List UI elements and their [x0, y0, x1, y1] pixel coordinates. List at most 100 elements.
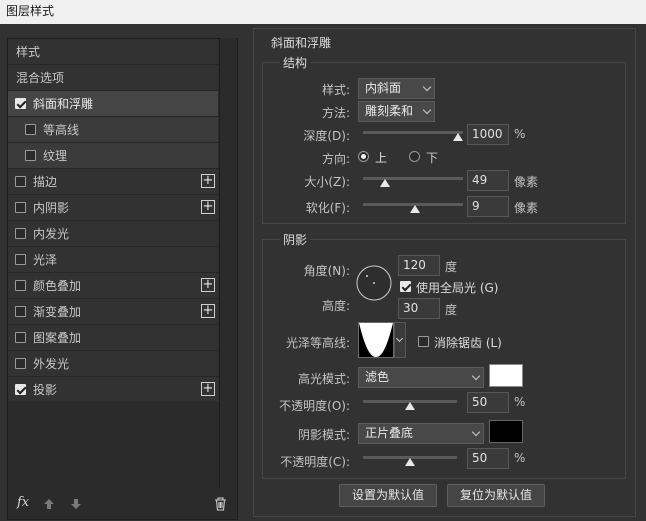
direction-up-label: 上: [375, 151, 388, 165]
window-title: 图层样式: [0, 0, 646, 24]
add-color-overlay-icon[interactable]: +: [201, 278, 215, 292]
pattern-overlay-checkbox[interactable]: [15, 332, 26, 343]
sidebar-item-color-overlay[interactable]: 颜色叠加 +: [8, 273, 218, 299]
depth-input[interactable]: 1000: [467, 124, 509, 145]
sidebar-item-outer-glow[interactable]: 外发光: [8, 351, 218, 377]
depth-label: 深度(D):: [303, 129, 350, 143]
sidebar-item-label: 光泽: [33, 253, 58, 267]
highlight-opacity-input[interactable]: 50: [467, 392, 509, 413]
add-stroke-icon[interactable]: +: [201, 174, 215, 188]
contour-checkbox[interactable]: [25, 124, 36, 135]
shadow-mode-select[interactable]: 正片叠底: [358, 423, 484, 444]
style-label: 样式:: [321, 83, 350, 97]
texture-checkbox[interactable]: [25, 150, 36, 161]
depth-slider-handle[interactable]: [453, 133, 463, 141]
sidebar-item-label: 渐变叠加: [33, 305, 82, 319]
styles-list-scrollbar[interactable]: [219, 38, 236, 488]
outer-glow-checkbox[interactable]: [15, 358, 26, 369]
global-light-label: 使用全局光 (G): [416, 281, 499, 295]
sidebar-item-label: 外发光: [33, 357, 70, 371]
sidebar-item-label: 纹理: [43, 149, 68, 163]
gradient-overlay-checkbox[interactable]: [15, 306, 26, 317]
add-gradient-overlay-icon[interactable]: +: [201, 304, 215, 318]
inner-shadow-checkbox[interactable]: [15, 202, 26, 213]
fx-icon[interactable]: fx: [17, 495, 29, 510]
trash-icon[interactable]: [214, 497, 227, 511]
stroke-checkbox[interactable]: [15, 176, 26, 187]
sidebar-item-label: 内阴影: [33, 201, 70, 215]
size-unit: 像素: [514, 175, 539, 189]
add-inner-shadow-icon[interactable]: +: [201, 200, 215, 214]
sidebar-item-inner-shadow[interactable]: 内阴影 +: [8, 195, 218, 221]
gloss-contour-dropdown[interactable]: [394, 322, 406, 358]
shadow-opacity-handle[interactable]: [405, 458, 415, 466]
drop-shadow-checkbox[interactable]: [15, 384, 26, 395]
shading-legend: 阴影: [280, 231, 311, 248]
sidebar-item-contour[interactable]: 等高线: [8, 117, 218, 143]
size-input[interactable]: 49: [467, 170, 509, 191]
sidebar-item-pattern-overlay[interactable]: 图案叠加: [8, 325, 218, 351]
direction-up-radio[interactable]: [358, 151, 369, 162]
size-slider-handle[interactable]: [380, 179, 390, 187]
sidebar-item-drop-shadow[interactable]: 投影 +: [8, 377, 218, 403]
sidebar-item-satin[interactable]: 光泽: [8, 247, 218, 273]
soften-unit: 像素: [514, 201, 539, 215]
move-up-icon[interactable]: [43, 498, 55, 510]
highlight-color-swatch[interactable]: [489, 364, 523, 387]
shadow-mode-label: 阴影模式:: [297, 428, 350, 442]
direction-down-radio[interactable]: [409, 151, 420, 162]
sidebar-item-label: 颜色叠加: [33, 279, 82, 293]
chevron-down-icon: [422, 105, 432, 115]
sidebar-item-label: 图案叠加: [33, 331, 82, 345]
depth-slider-track[interactable]: [363, 131, 463, 134]
add-drop-shadow-icon[interactable]: +: [201, 382, 215, 396]
sidebar-item-gradient-overlay[interactable]: 渐变叠加 +: [8, 299, 218, 325]
sidebar-item-blending-options[interactable]: 混合选项: [8, 65, 218, 91]
method-select[interactable]: 雕刻柔和: [358, 101, 435, 122]
size-label: 大小(Z):: [304, 175, 350, 189]
reset-to-default-button[interactable]: 复位为默认值: [447, 484, 545, 507]
satin-checkbox[interactable]: [15, 254, 26, 265]
size-slider-track[interactable]: [363, 177, 463, 180]
soften-slider-handle[interactable]: [410, 205, 420, 213]
chevron-down-icon: [422, 82, 432, 92]
sidebar-item-label: 样式: [16, 45, 41, 59]
move-down-icon[interactable]: [70, 498, 82, 510]
sidebar-item-label: 描边: [33, 175, 58, 189]
style-select[interactable]: 内斜面: [358, 78, 435, 99]
sidebar-item-styles[interactable]: 样式: [8, 39, 218, 65]
sidebar-item-inner-glow[interactable]: 内发光: [8, 221, 218, 247]
gloss-contour-label: 光泽等高线:: [285, 336, 350, 350]
global-light-checkbox[interactable]: [400, 281, 411, 292]
angle-dial-icon[interactable]: [355, 264, 393, 302]
panel-title: 斜面和浮雕: [268, 34, 335, 51]
highlight-mode-label: 高光模式:: [297, 372, 350, 386]
make-default-button[interactable]: 设置为默认值: [339, 484, 437, 507]
anti-aliased-checkbox[interactable]: [418, 336, 429, 347]
highlight-opacity-handle[interactable]: [405, 402, 415, 410]
chevron-down-icon: [471, 371, 481, 381]
altitude-input[interactable]: 30: [398, 298, 440, 319]
shadow-opacity-input[interactable]: 50: [467, 448, 509, 469]
soften-input[interactable]: 9: [467, 196, 509, 217]
bevel-emboss-checkbox[interactable]: [15, 98, 26, 109]
altitude-label: 高度:: [321, 299, 350, 313]
sidebar-item-bevel-emboss[interactable]: 斜面和浮雕: [8, 91, 218, 117]
gloss-contour-icon: [359, 323, 393, 357]
depth-unit: %: [514, 127, 526, 141]
inner-glow-checkbox[interactable]: [15, 228, 26, 239]
color-overlay-checkbox[interactable]: [15, 280, 26, 291]
sidebar-item-texture[interactable]: 纹理: [8, 143, 218, 169]
chevron-down-icon: [471, 427, 481, 437]
shadow-color-swatch[interactable]: [489, 420, 523, 443]
sidebar-item-label: 斜面和浮雕: [33, 97, 94, 111]
highlight-mode-select[interactable]: 滤色: [358, 367, 484, 388]
method-label: 方法:: [321, 106, 350, 120]
anti-aliased-label: 消除锯齿 (L): [434, 336, 502, 350]
highlight-mode-value: 滤色: [365, 370, 390, 384]
gloss-contour-preview[interactable]: [358, 322, 394, 358]
angle-input[interactable]: 120: [398, 255, 440, 276]
structure-legend: 结构: [280, 54, 311, 71]
sidebar-item-stroke[interactable]: 描边 +: [8, 169, 218, 195]
angle-unit: 度: [445, 260, 458, 274]
